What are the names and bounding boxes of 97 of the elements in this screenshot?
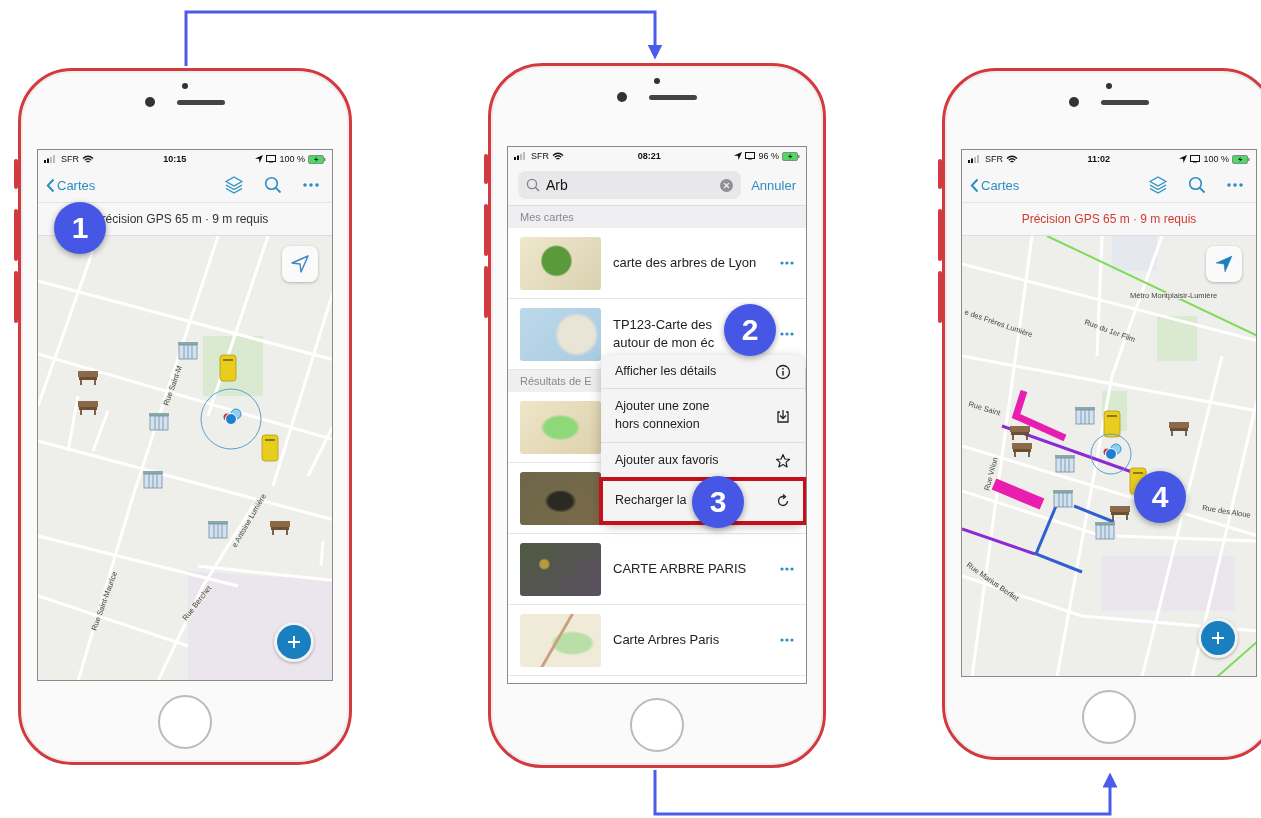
bench-icon	[1110, 506, 1130, 521]
bench-icon	[1169, 422, 1189, 437]
gps-accuracy-message: Précision GPS 65 m · 9 m requis	[1021, 212, 1197, 226]
download-icon	[775, 407, 791, 424]
section-header: Mes cartes	[520, 211, 574, 223]
side-button[interactable]	[14, 159, 18, 189]
plus-icon	[1211, 631, 1225, 645]
map-title: carte des arbres de Lyon	[613, 254, 757, 272]
phone-camera	[1069, 97, 1079, 107]
map-title: Carte Arbres Paris	[613, 631, 720, 649]
phone-camera	[617, 92, 627, 102]
wifi-icon	[1006, 154, 1018, 164]
layers-icon[interactable]	[224, 175, 244, 195]
screen-icon	[266, 155, 277, 163]
phone-speaker	[649, 94, 697, 100]
mailbox-icon	[219, 354, 237, 382]
battery-icon	[782, 151, 800, 161]
bus-shelter-icon	[1055, 455, 1075, 473]
back-link[interactable]: Cartes	[970, 177, 1020, 193]
transit-line	[1216, 640, 1256, 676]
bus-shelter-icon	[143, 471, 163, 489]
home-button[interactable]	[158, 694, 212, 749]
mailbox-icon	[261, 434, 279, 462]
layers-icon[interactable]	[1148, 175, 1168, 195]
status-time: 08:21	[636, 151, 662, 161]
phone-sensor	[1106, 83, 1112, 89]
mailbox-icon	[1103, 410, 1121, 438]
battery-level: 100 %	[1203, 154, 1229, 164]
phone-speaker	[177, 99, 225, 105]
battery-level: 100 %	[279, 154, 305, 164]
cancel-button[interactable]: Annuler	[751, 177, 796, 193]
bus-shelter-icon	[178, 342, 198, 360]
location-arrow-icon	[255, 155, 264, 163]
map-title: TP123-Carte des autour de mon éc	[613, 316, 715, 352]
bus-shelter-icon	[1075, 407, 1095, 425]
side-button[interactable]	[484, 154, 488, 184]
battery-level: 96 %	[758, 151, 779, 161]
location-marker-icon	[1090, 433, 1132, 475]
location-arrow-icon	[1179, 155, 1188, 163]
bench-icon	[1010, 426, 1030, 441]
bench-icon	[1012, 443, 1032, 458]
carrier-name: SFR	[985, 154, 1003, 164]
bus-shelter-icon	[1053, 490, 1073, 508]
search-icon[interactable]	[1188, 176, 1206, 194]
menu-item[interactable]: Ajouter une zone hors connexion	[601, 389, 805, 443]
bench-icon	[78, 401, 98, 416]
home-button[interactable]	[630, 697, 684, 752]
carrier-name: SFR	[531, 151, 549, 161]
signal-icon	[514, 152, 528, 160]
wifi-icon	[82, 154, 94, 164]
screen-icon	[745, 152, 756, 160]
bus-shelter-icon	[149, 413, 169, 431]
star-icon	[775, 452, 791, 469]
map-title: CARTE ARBRE PARIS	[613, 560, 747, 578]
zone-shape	[1011, 389, 1067, 442]
signal-icon	[968, 155, 982, 163]
locate-button[interactable]	[282, 246, 318, 282]
search-icon[interactable]	[264, 176, 282, 194]
carrier-name: SFR	[61, 154, 79, 164]
battery-icon	[1232, 154, 1250, 164]
search-icon	[526, 178, 540, 192]
more-icon[interactable]	[780, 567, 794, 571]
status-time: 11:02	[1086, 154, 1111, 164]
status-time: 10:15	[162, 154, 188, 164]
bench-icon	[270, 521, 290, 536]
more-icon[interactable]	[780, 261, 794, 265]
plus-icon	[287, 635, 301, 649]
battery-icon	[308, 154, 326, 164]
phone-speaker	[1101, 99, 1149, 105]
section-header: Résultats de E	[520, 375, 592, 387]
phone-sensor	[654, 78, 660, 84]
locate-button[interactable]	[1206, 246, 1242, 282]
phone-sensor	[182, 83, 188, 89]
home-button[interactable]	[1082, 690, 1136, 744]
phone-camera	[145, 97, 155, 107]
bench-icon	[78, 371, 98, 386]
more-icon[interactable]	[780, 332, 794, 336]
more-icon[interactable]	[1226, 182, 1244, 188]
back-link[interactable]: Cartes	[46, 177, 96, 193]
more-icon[interactable]	[302, 182, 320, 188]
more-icon[interactable]	[780, 638, 794, 642]
signal-icon	[44, 155, 58, 163]
location-marker-icon	[200, 388, 262, 450]
wifi-icon	[552, 151, 564, 161]
location-arrow-icon	[734, 152, 743, 160]
clear-icon[interactable]	[720, 178, 734, 192]
search-field[interactable]: Arb	[518, 171, 742, 199]
info-icon	[775, 363, 791, 380]
menu-item[interactable]: Afficher les détails	[601, 355, 805, 389]
reload-icon	[775, 492, 791, 509]
zone-shape	[991, 478, 1045, 510]
chevron-left-icon	[970, 177, 979, 193]
side-button[interactable]	[938, 159, 942, 189]
chevron-left-icon	[46, 177, 55, 193]
screen-icon	[1190, 155, 1201, 163]
bus-shelter-icon	[208, 521, 228, 539]
bus-shelter-icon	[1095, 522, 1115, 540]
